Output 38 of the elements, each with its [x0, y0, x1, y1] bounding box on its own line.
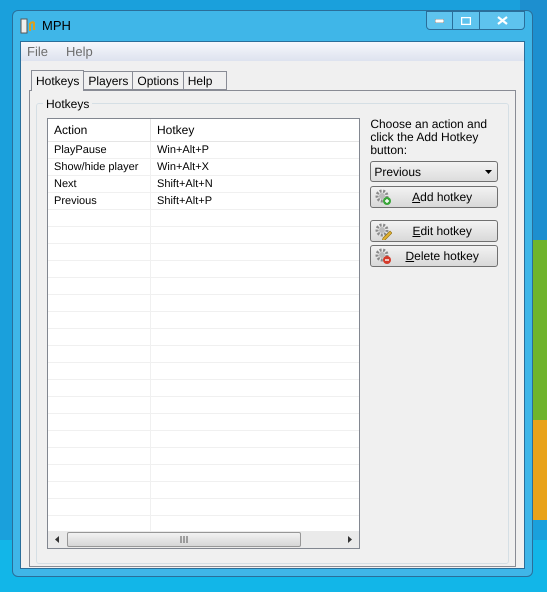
tab[interactable]: Options	[133, 71, 184, 90]
gear-icon	[374, 188, 392, 206]
minimize-icon	[435, 18, 444, 22]
table-cell-text: Win+Alt+X	[156, 160, 210, 175]
gear-icon	[374, 247, 392, 265]
scroll-right-icon	[348, 536, 352, 543]
menu-item[interactable]: File	[27, 42, 48, 62]
table-cell: Previous	[48, 193, 151, 209]
grip-icon	[180, 536, 188, 543]
table-cell-text: Shift+Alt+P	[156, 194, 214, 209]
table-cell: PlayPause	[48, 142, 151, 158]
horizontal-scrollbar[interactable]	[48, 531, 360, 548]
app-icon	[20, 18, 36, 34]
scroll-left-icon	[55, 536, 59, 543]
edit-hotkey-button[interactable]: Edit hotkey	[370, 220, 498, 242]
dropdown-arrow-icon	[485, 170, 492, 174]
tab[interactable]: Players	[84, 71, 134, 90]
window-title: MPH	[42, 17, 71, 36]
action-dropdown[interactable]: Previous	[370, 161, 498, 182]
tab[interactable]: Hotkeys	[31, 70, 84, 91]
scrollbar-thumb[interactable]	[67, 532, 301, 547]
table-cell-text: Win+Alt+P	[156, 142, 210, 158]
close-icon	[496, 16, 508, 25]
column-header[interactable]: Hotkey	[151, 119, 360, 141]
table-cell: Show/hide player	[48, 159, 151, 175]
tab[interactable]: Help	[184, 71, 228, 90]
table-cell-text: Shift+Alt+N	[156, 176, 214, 192]
table-cell: Next	[48, 176, 151, 192]
add-hotkey-button[interactable]: Add hotkey	[370, 186, 498, 208]
delete-hotkey-button[interactable]: Delete hotkey	[370, 245, 498, 267]
close-button[interactable]	[479, 11, 525, 30]
minimize-button[interactable]	[426, 11, 453, 30]
menu-item[interactable]: Help	[66, 42, 93, 62]
gear-icon	[374, 222, 392, 240]
instructions-text: Choose an action and click the Add Hotkey button:	[370, 118, 488, 157]
maximize-button[interactable]	[453, 11, 479, 30]
maximize-icon	[461, 16, 471, 24]
column-header[interactable]: Action	[48, 119, 151, 141]
